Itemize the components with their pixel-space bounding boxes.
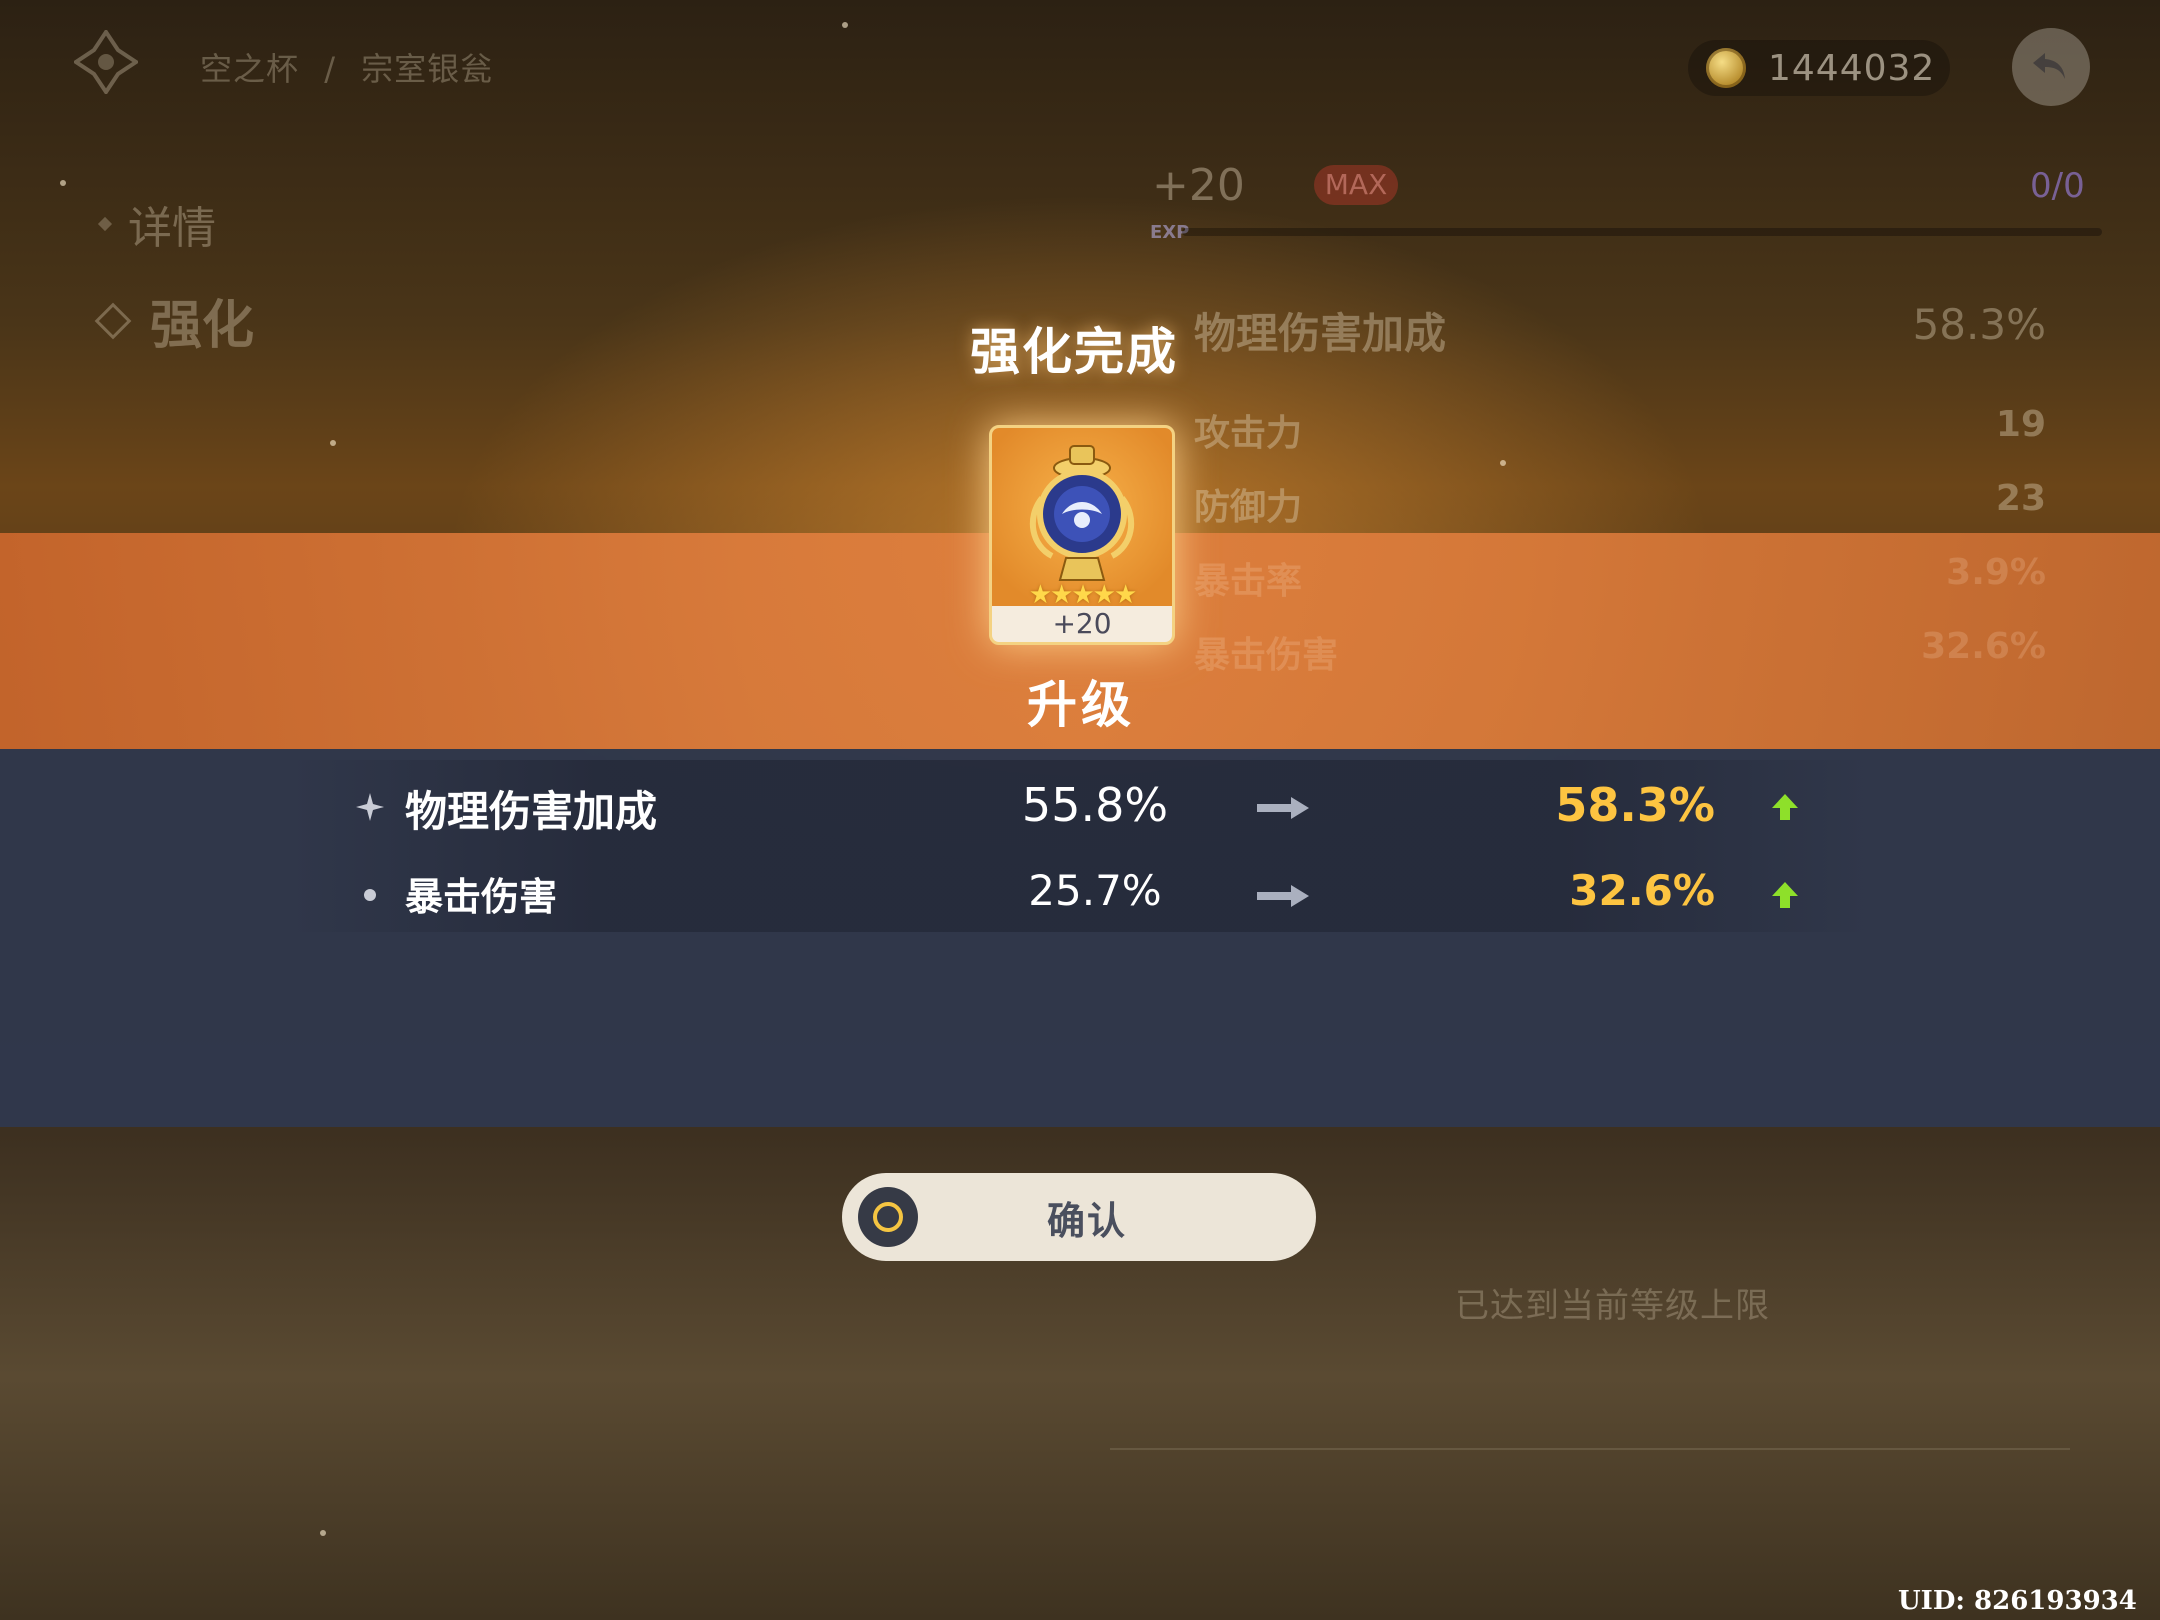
exp-ratio: 0/0: [2030, 166, 2085, 206]
mora-coin-icon: [1706, 48, 1746, 88]
uid-label: UID: 826193934: [1898, 1586, 2137, 1616]
main-stat-row: 物理伤害加成 58.3%: [1194, 300, 2046, 361]
star-sparkle: [330, 440, 336, 446]
stat-change-row: 物理伤害加成 55.8% 58.3%: [355, 778, 1815, 838]
confirm-circle-icon: [858, 1187, 918, 1247]
sub-stat-row: 攻击力 19: [1194, 404, 2046, 456]
arrow-right-icon: [1257, 885, 1309, 907]
stat-old-value: 25.7%: [1028, 866, 1162, 915]
stat-change-name: 物理伤害加成: [405, 787, 658, 836]
nav-tab-details[interactable]: 详情: [97, 192, 216, 256]
breadcrumb: 空之杯 / 宗室银瓮: [200, 44, 493, 90]
currency-display: 1444032: [1688, 40, 1950, 96]
diamond-bullet-icon: [97, 216, 113, 232]
sub-stat-value: 23: [1995, 478, 2046, 519]
sub-stat-name: 防御力: [1194, 487, 1303, 528]
artifact-card: ★★★★★ +20: [989, 425, 1175, 645]
return-arrow-icon: [2033, 53, 2065, 79]
upgrade-label: 升级: [1027, 676, 1135, 734]
exp-bar: [1182, 228, 2102, 236]
artifact-level: +20: [1152, 160, 1245, 211]
stat-new-value: 58.3%: [1555, 778, 1715, 832]
main-stat-value: 58.3%: [1912, 300, 2046, 349]
max-badge: MAX: [1314, 165, 1398, 205]
artifact-card-level: +20: [1052, 607, 1112, 640]
sub-stat-row: 暴击率 3.9%: [1194, 552, 2046, 604]
star-sparkle: [320, 1530, 326, 1536]
arrow-up-icon: [1772, 882, 1798, 908]
confirm-button[interactable]: 确认: [842, 1173, 1316, 1261]
sub-stat-row: 防御力 23: [1194, 478, 2046, 530]
nav-tab-details-label: 详情: [128, 203, 216, 254]
main-stat-star-icon: [356, 793, 384, 821]
sub-stat-row: 暴击伤害 32.6%: [1194, 626, 2046, 678]
currency-amount: 1444032: [1768, 47, 1936, 89]
breadcrumb-item: 宗室银瓮: [361, 50, 494, 88]
stat-change-row: 暴击伤害 25.7% 32.6%: [355, 866, 1815, 926]
sub-stat-value: 32.6%: [1921, 626, 2046, 667]
sub-stat-value: 19: [1995, 404, 2046, 445]
nav-tab-enhance-label: 强化: [150, 296, 255, 356]
diamond-bullet-icon: [94, 302, 132, 339]
stat-old-value: 55.8%: [1021, 778, 1169, 832]
sub-stat-value: 3.9%: [1946, 552, 2046, 593]
dot-bullet-icon: [364, 889, 376, 901]
back-button[interactable]: [2012, 28, 2090, 106]
star-sparkle: [60, 180, 66, 186]
confirm-button-label: 确认: [1046, 1198, 1127, 1243]
level-limit-text: 已达到当前等级上限: [1455, 1286, 1770, 1326]
sub-stat-name: 暴击率: [1194, 561, 1303, 602]
sub-stat-name: 攻击力: [1194, 413, 1303, 454]
nav-tab-enhance[interactable]: 强化: [94, 283, 255, 358]
divider: [1110, 1448, 2070, 1450]
artifact-category-icon: [74, 30, 138, 94]
star-sparkle: [842, 22, 848, 28]
stat-new-value: 32.6%: [1569, 866, 1715, 915]
star-sparkle: [1500, 460, 1506, 466]
arrow-right-icon: [1257, 797, 1309, 819]
breadcrumb-category: 空之杯: [200, 50, 300, 88]
stat-change-name: 暴击伤害: [405, 875, 558, 919]
sub-stat-name: 暴击伤害: [1194, 635, 1339, 676]
arrow-up-icon: [1772, 794, 1798, 820]
breadcrumb-separator: /: [324, 50, 336, 88]
dialog-title: 强化完成: [970, 323, 1178, 381]
main-stat-name: 物理伤害加成: [1194, 309, 1447, 358]
